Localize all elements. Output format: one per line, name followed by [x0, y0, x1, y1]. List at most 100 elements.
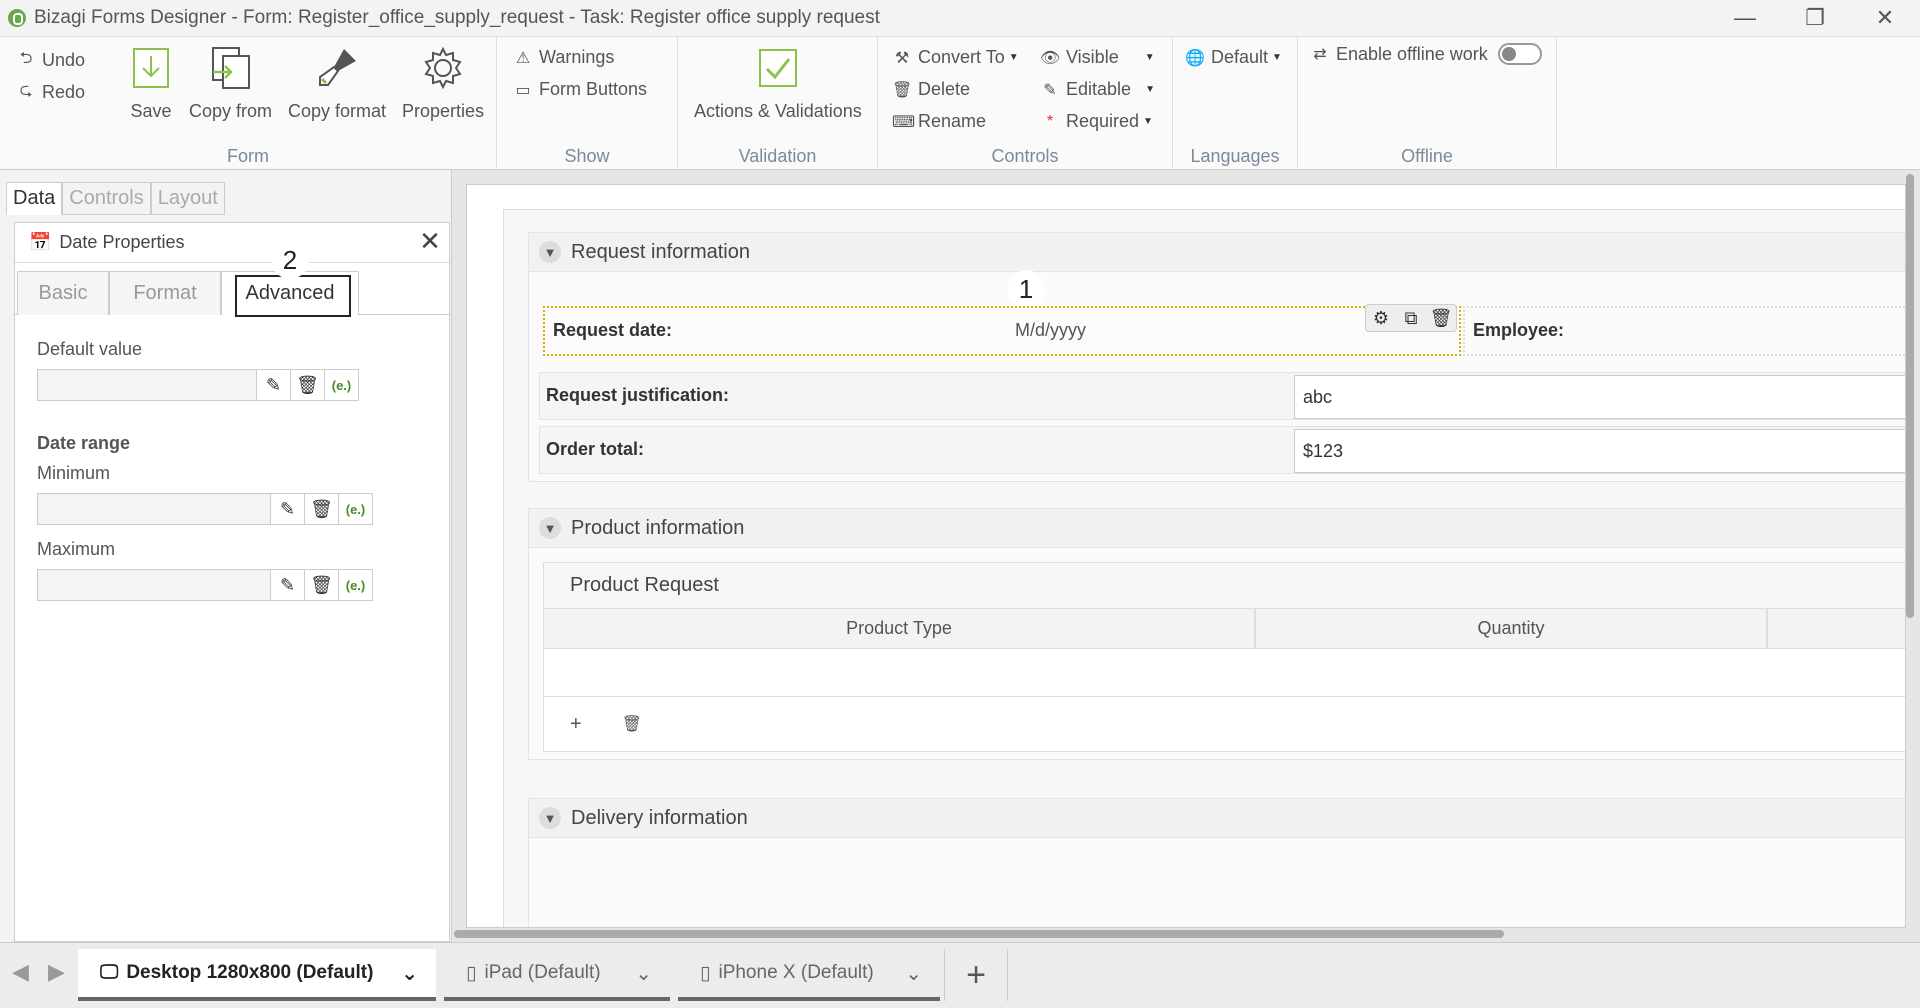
chevron-down-icon[interactable]: ⌄ [905, 961, 922, 986]
justification-input[interactable]: abc [1294, 375, 1905, 419]
scroll-left-icon[interactable]: ◀ [12, 959, 29, 985]
move-icon[interactable]: ⧉ [1396, 305, 1426, 331]
trash-icon[interactable]: 🗑 [290, 370, 324, 400]
ribbon-group-offline: ⇄ Enable offline work Offline [1298, 37, 1557, 171]
undo-button[interactable]: ⮌ Undo [16, 47, 85, 74]
date-properties-dialog: 📅 Date Properties ✕ Basic Format Advance… [14, 222, 450, 942]
chevron-down-icon[interactable]: ⌄ [635, 961, 652, 986]
rename-button[interactable]: ⌨ Rename [892, 111, 986, 132]
offline-toggle[interactable] [1497, 43, 1542, 65]
device-tab-iphone[interactable]: ▯ iPhone X (Default) ⌄ [678, 949, 940, 1001]
product-request-grid: Product Request Product Type Quantity + … [543, 562, 1905, 752]
grid-empty-row [544, 649, 1905, 697]
expression-button[interactable]: (e.) [338, 494, 372, 524]
maximum-input[interactable] [38, 570, 270, 600]
expression-button[interactable]: (e.) [338, 570, 372, 600]
column-product-type[interactable]: Product Type [544, 609, 1256, 648]
ribbon-group-validation: Actions & Validations Validation [678, 37, 878, 171]
editable-dropdown[interactable]: ✎ Editable ▼ [1040, 79, 1155, 100]
order-total-label: Order total: [546, 439, 645, 459]
minimize-button[interactable]: — [1710, 0, 1780, 36]
minimum-input[interactable] [38, 494, 270, 524]
chevron-down-icon[interactable]: ⌄ [401, 961, 418, 986]
horizontal-scrollbar[interactable] [454, 930, 1504, 938]
monitor-icon: 🖵 [100, 962, 119, 983]
trash-icon[interactable]: 🗑 [304, 494, 338, 524]
highlight-box [235, 275, 351, 317]
properties-button[interactable]: Properties [402, 45, 484, 122]
tab-layout[interactable]: Layout [150, 182, 225, 215]
request-date-format: M/d/yyyy [1015, 320, 1087, 340]
tab-format[interactable]: Format [109, 271, 221, 315]
vertical-scrollbar[interactable] [1906, 174, 1914, 618]
copy-format-button[interactable]: Copy format [288, 45, 386, 122]
device-tab-ipad[interactable]: ▯ iPad (Default) ⌄ [444, 949, 670, 1001]
delete-button[interactable]: 🗑 Delete [892, 79, 970, 100]
convert-icon: ⚒ [894, 49, 910, 67]
device-tab-label: iPhone X (Default) [718, 962, 874, 983]
date-range-label: Date range [37, 433, 131, 453]
marker-1: 1 [1007, 270, 1045, 308]
close-button[interactable]: ✕ [1850, 0, 1920, 36]
language-dropdown[interactable]: 🌐 Default ▼ [1185, 47, 1282, 68]
expression-button[interactable]: (e.) [324, 370, 358, 400]
tab-data[interactable]: Data [6, 182, 63, 215]
trash-icon[interactable]: 🗑 [1426, 305, 1456, 331]
close-dialog-button[interactable]: ✕ [417, 228, 443, 255]
delete-row-button[interactable]: 🗑 [622, 714, 642, 734]
section-delivery-information[interactable]: ▼ Delivery information [528, 798, 1905, 838]
undo-icon: ⮌ [19, 50, 33, 67]
scroll-right-icon[interactable]: ▶ [48, 959, 65, 985]
add-device-button[interactable]: + [944, 949, 1008, 1001]
redo-button[interactable]: ⮎ Redo [16, 79, 85, 106]
edit-pencil-icon[interactable]: ✎ [270, 494, 304, 524]
section-request-information[interactable]: ▼ Request information [528, 232, 1905, 272]
redo-icon: ⮎ [19, 82, 33, 99]
tablet-icon: ▯ [466, 962, 477, 984]
minimum-label: Minimum [37, 463, 111, 483]
panel-tabs: Data Controls Layout [6, 182, 225, 215]
dropdown-caret-icon: ▼ [1145, 84, 1155, 95]
ribbon-group-label-offline: Offline [1401, 146, 1453, 166]
edit-pencil-icon[interactable]: ✎ [256, 370, 290, 400]
edit-pencil-icon[interactable]: ✎ [270, 570, 304, 600]
default-value-input[interactable] [38, 370, 256, 400]
warning-icon: ⚠ [515, 49, 531, 67]
ribbon-group-controls: ⚒ Convert To ▼ 🗑 Delete ⌨ Rename 👁 Visible ▼ ✎… [878, 37, 1173, 171]
trash-icon: 🗑 [892, 81, 913, 99]
save-button[interactable]: Save [128, 45, 174, 122]
request-date-control[interactable]: Request date: M/d/yyyy ⚙ ⧉ 🗑 [543, 304, 1461, 356]
chevron-down-icon[interactable]: ▼ [539, 517, 561, 539]
visible-dropdown[interactable]: 👁 Visible ▼ [1040, 47, 1155, 68]
window-title: Bizagi Forms Designer - Form: Register_o… [34, 7, 880, 28]
form-container: ▼ Request information 1 Request date: M/… [503, 209, 1905, 927]
warnings-button[interactable]: ⚠ Warnings [513, 47, 615, 68]
required-dropdown[interactable]: * Required ▼ [1040, 111, 1153, 132]
actions-validations-button[interactable]: Actions & Validations [694, 45, 862, 122]
section-product-information[interactable]: ▼ Product information [528, 508, 1905, 548]
trash-icon[interactable]: 🗑 [304, 570, 338, 600]
toggle-knob [1501, 47, 1516, 61]
order-total-input[interactable]: $123 [1294, 429, 1905, 473]
gear-icon[interactable]: ⚙ [1366, 305, 1396, 331]
maximum-field: ✎ 🗑 (e.) [37, 569, 373, 601]
order-total-row: Order total: $123 [539, 426, 1905, 474]
column-quantity[interactable]: Quantity [1256, 609, 1768, 648]
chevron-down-icon[interactable]: ▼ [539, 241, 561, 263]
form-page: ▼ Request information 1 Request date: M/… [466, 184, 1906, 928]
convert-to-button[interactable]: ⚒ Convert To ▼ [892, 47, 1019, 68]
marker-2: 2 [271, 241, 309, 279]
section-title: Delivery information [571, 806, 748, 829]
device-tab-desktop[interactable]: 🖵 Desktop 1280x800 (Default) ⌄ [78, 949, 436, 1001]
chevron-down-icon[interactable]: ▼ [539, 807, 561, 829]
dropdown-caret-icon: ▼ [1143, 116, 1153, 127]
employee-control[interactable]: Employee: [1463, 306, 1905, 356]
restore-button[interactable]: ❐ [1780, 0, 1850, 36]
dropdown-caret-icon: ▼ [1144, 52, 1155, 63]
section-title: Product information [571, 516, 745, 539]
form-buttons-button[interactable]: ▭ Form Buttons [513, 79, 647, 100]
tab-controls[interactable]: Controls [62, 182, 151, 215]
add-row-button[interactable]: + [570, 713, 582, 736]
tab-basic[interactable]: Basic [17, 271, 109, 315]
copy-from-button[interactable]: Copy from [189, 45, 272, 122]
